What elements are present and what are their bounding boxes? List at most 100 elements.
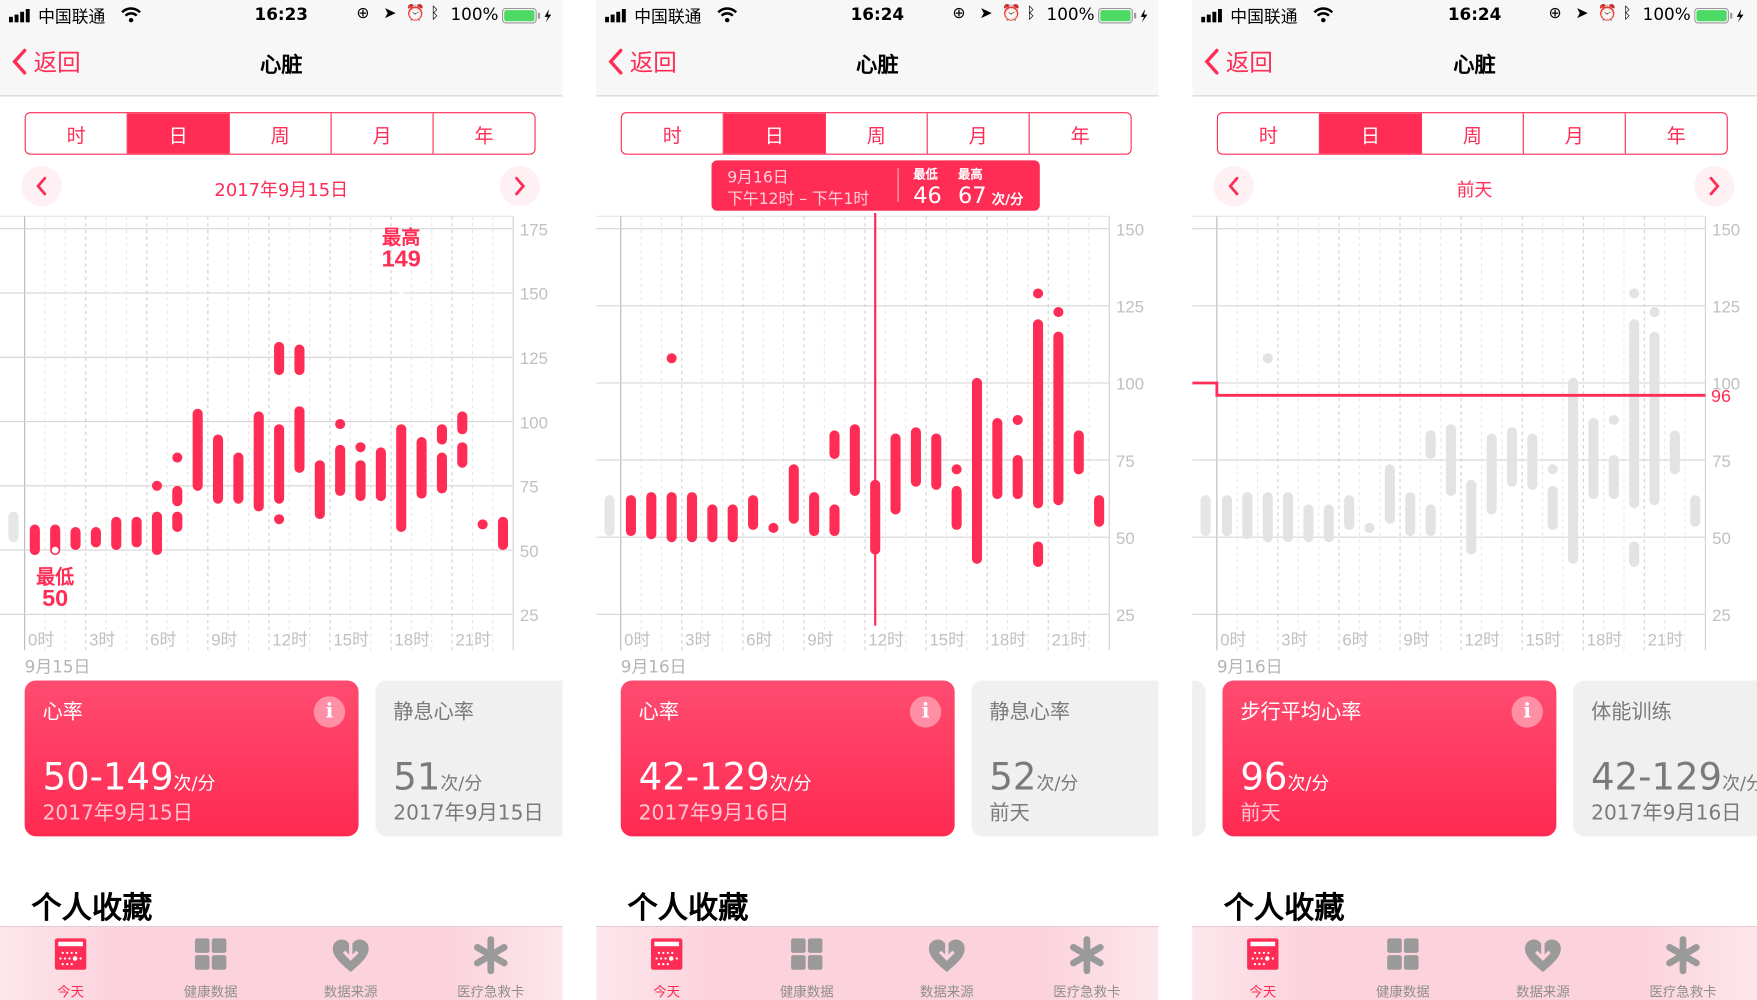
info-icon[interactable]: i [909, 696, 942, 728]
card-title: 静息心率 [393, 700, 474, 725]
favorites-heading: 个人收藏 [627, 891, 749, 927]
metric-card[interactable]: 静息心率 51次/分 2017年9月15日 [375, 680, 563, 837]
heart-rate-chart[interactable]: 1751501251007550250时 3时 6时 9时 12时 15时 18时 21时最低… [0, 213, 562, 661]
metric-card[interactable]: 体能训练42-129次/分2017年9月16日 [1573, 680, 1757, 837]
segment-week[interactable]: 周 [230, 113, 332, 154]
heart-download-icon [332, 936, 369, 972]
tab-health-data[interactable]: 健康数据 [1347, 927, 1459, 1000]
card-value: 52次/分 [989, 755, 1078, 799]
phone-screen: 中国联通 16:24 ⊕ ➤ ⏰ ᛒ 100% 返回 心脏时日周月年 150 125 100 75 50 2… [596, 0, 1159, 1000]
metric-card[interactable]: 心率 i 50-149次/分 2017年9月15日 [24, 680, 359, 837]
segment-week[interactable]: 周 [826, 113, 928, 154]
tab-label: 今天 [57, 984, 85, 1000]
status-bar: 中国联通 16:23 ⊕ ➤ ⏰ ᛒ 100% [0, 0, 563, 32]
y-tick-label: 25 [520, 606, 539, 625]
metric-card[interactable]: 步行平均心率 i 96次/分 前天 [1222, 680, 1557, 837]
metric-card[interactable]: 静息心率 52次/分 前天 [971, 680, 1159, 837]
x-tick-label: 18时 [1587, 631, 1623, 650]
segment-hour[interactable]: 时 [26, 113, 128, 154]
grid-icon [194, 938, 227, 970]
extreme-marker [397, 292, 405, 299]
chart-date-label: 9月16日 [1216, 656, 1283, 678]
segment-year[interactable]: 年 [434, 113, 535, 153]
navigation-bar: 返回 心脏 [0, 31, 563, 97]
card-value: 51次/分 [393, 755, 482, 799]
card-value-number: 96 [1240, 754, 1288, 799]
y-tick-label: 100 [1116, 375, 1144, 394]
tab-today[interactable]: 今天 [15, 927, 127, 1000]
tab-bar: 今天 健康数据 数据来源 医疗急救卡 [596, 926, 1159, 1000]
segment-day[interactable]: 日 [723, 113, 826, 154]
tab-health-data[interactable]: 健康数据 [155, 927, 267, 1000]
metric-card[interactable]: 心率 i 42-129次/分 2017年9月16日 [620, 680, 955, 837]
alarm-icon: ⏰ [1597, 4, 1618, 23]
partial-card[interactable] [1192, 680, 1206, 837]
battery-icon [1098, 7, 1148, 24]
segment-month[interactable]: 月 [332, 113, 434, 154]
heart-rate-chart[interactable]: 150 125 100 75 50 25 0时 3时 6时 9时 12时 15时 18时 21时 [596, 213, 1158, 661]
time-range-segmented-control[interactable]: 时日周月年 [1216, 112, 1728, 155]
segment-day[interactable]: 日 [1319, 113, 1422, 154]
card-value-unit: 次/分 [1287, 772, 1330, 794]
location-icon: ➤ [979, 4, 993, 23]
alarm-icon: ⏰ [1001, 4, 1022, 23]
y-tick-label: 125 [1712, 298, 1740, 317]
calendar-icon [651, 938, 683, 970]
chart-date-label: 9月15日 [24, 656, 91, 678]
x-tick-label: 9时 [1403, 631, 1429, 650]
tab-medical-id[interactable]: 医疗急救卡 [1627, 927, 1739, 1000]
x-tick-label: 0时 [28, 631, 54, 650]
card-value: 96次/分 [1240, 755, 1329, 799]
battery-icon [1694, 7, 1744, 24]
tab-today[interactable]: 今天 [1207, 927, 1319, 1000]
card-value: 50-149次/分 [43, 755, 216, 799]
tab-sources[interactable]: 数据来源 [891, 927, 1003, 1000]
selection-tooltip: 9月16日 下午12时 – 下午1时 最低 最高 46 67 次/分 [711, 160, 1040, 211]
page-title: 心脏 [1453, 52, 1496, 78]
x-tick-label: 21时 [1648, 631, 1684, 650]
segment-week[interactable]: 周 [1422, 113, 1524, 154]
info-icon[interactable]: i [1511, 696, 1543, 728]
segment-month[interactable]: 月 [1524, 113, 1626, 154]
tab-medical-id[interactable]: 医疗急救卡 [435, 927, 547, 1000]
tab-bar: 今天 健康数据 数据来源 医疗急救卡 [0, 926, 563, 1000]
tab-sources[interactable]: 数据来源 [295, 927, 407, 1000]
segment-year[interactable]: 年 [1030, 113, 1131, 153]
tab-label: 数据来源 [323, 984, 378, 1000]
tab-label: 健康数据 [183, 984, 238, 1000]
heart-rate-chart[interactable]: 1501251007550250时 3时 6时 9时 12时 15时 18时 21时96 [1192, 213, 1757, 661]
y-tick-label: 100 [520, 413, 548, 432]
segment-month[interactable]: 月 [928, 113, 1030, 154]
period-date-label: 前天 [1456, 179, 1493, 201]
card-date: 前天 [989, 801, 1030, 826]
y-tick-label: 75 [520, 478, 539, 497]
time-range-segmented-control[interactable]: 时日周月年 [24, 112, 536, 155]
tab-today[interactable]: 今天 [611, 927, 723, 1000]
tab-health-data[interactable]: 健康数据 [751, 927, 863, 1000]
tab-sources[interactable]: 数据来源 [1487, 927, 1599, 1000]
bluetooth-icon: ᛒ [430, 4, 440, 23]
calendar-icon [54, 938, 87, 970]
time-range-segmented-control[interactable]: 时日周月年 [620, 112, 1132, 155]
segment-day[interactable]: 日 [127, 113, 230, 154]
x-tick-label: 3时 [89, 631, 115, 650]
period-date-label: 2017年9月15日 [214, 179, 349, 201]
segment-hour[interactable]: 时 [1218, 113, 1320, 154]
bluetooth-icon: ᛒ [1026, 4, 1036, 23]
info-icon[interactable]: i [313, 696, 346, 728]
card-value-unit: 次/分 [440, 772, 483, 794]
segment-year[interactable]: 年 [1626, 113, 1727, 153]
x-tick-label: 3时 [1281, 631, 1307, 650]
calendar-icon [1247, 938, 1279, 970]
extreme-value: 149 [382, 245, 421, 271]
battery-percent: 100% [1642, 4, 1691, 25]
tab-medical-id[interactable]: 医疗急救卡 [1031, 927, 1143, 1000]
card-value-number: 52 [989, 754, 1037, 799]
x-tick-label: 9时 [211, 631, 237, 650]
y-tick-label: 75 [1712, 452, 1731, 471]
y-tick-label: 125 [520, 349, 548, 368]
segment-hour[interactable]: 时 [622, 113, 724, 154]
location-icon: ➤ [1575, 4, 1589, 23]
tooltip-min-value: 46 [913, 181, 942, 209]
card-title: 静息心率 [989, 700, 1071, 725]
